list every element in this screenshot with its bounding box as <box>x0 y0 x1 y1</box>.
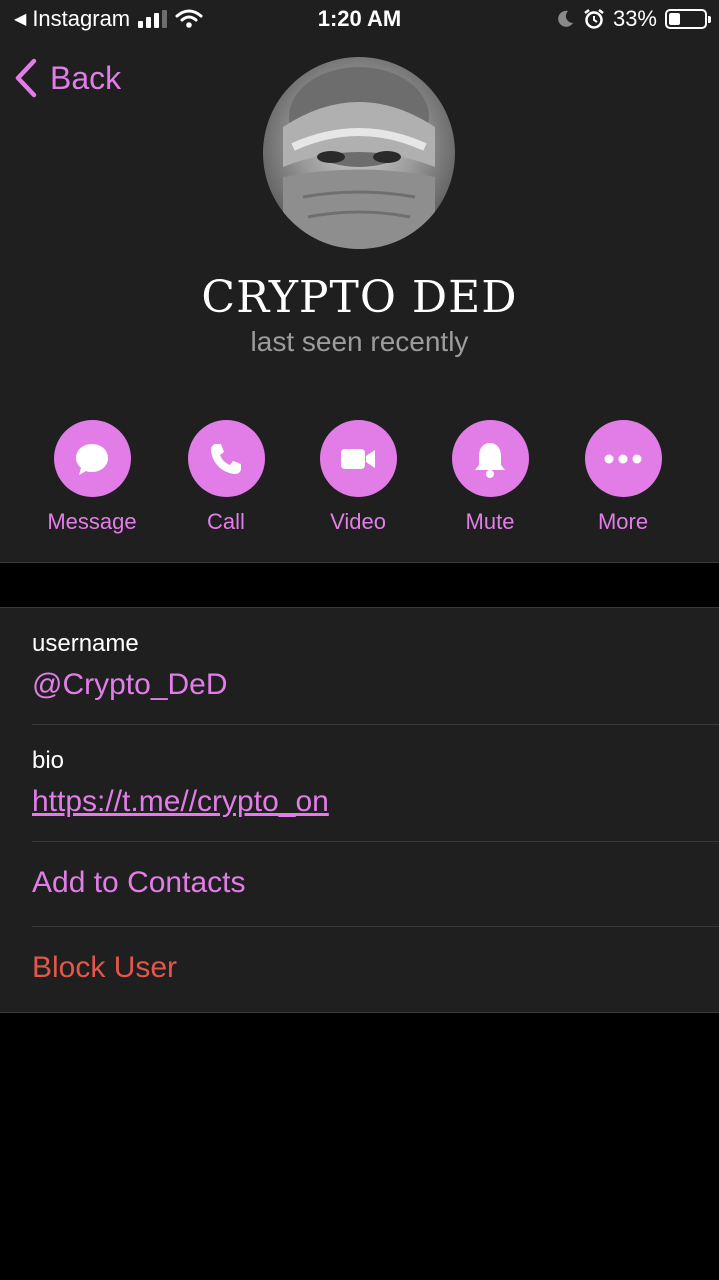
battery-icon <box>665 9 711 29</box>
username-row[interactable]: username @Crypto_DeD <box>0 608 719 725</box>
block-user-row[interactable]: Block User <box>0 927 719 1012</box>
call-button[interactable]: Call <box>160 420 292 535</box>
profile-status: last seen recently <box>250 326 469 357</box>
back-label: Back <box>50 59 122 96</box>
more-label: More <box>597 509 649 534</box>
back-button[interactable]: Back <box>14 58 121 98</box>
username-value[interactable]: @Crypto_DeD <box>32 668 228 702</box>
message-button[interactable]: Message <box>26 420 158 535</box>
bio-link[interactable]: https://t.me//crypto_on <box>32 785 329 819</box>
bio-row: bio https://t.me//crypto_on <box>0 725 719 842</box>
profile-header: Back CRYPTO DED last seen recently Messa… <box>0 40 719 562</box>
more-button[interactable]: More <box>557 420 689 535</box>
add-to-contacts-button[interactable]: Add to Contacts <box>32 866 245 900</box>
call-label: Call <box>207 509 245 534</box>
bell-icon <box>475 442 505 478</box>
section-divider <box>0 562 719 608</box>
username-title: username <box>32 630 139 657</box>
chevron-left-icon <box>15 58 37 98</box>
moon-icon <box>555 9 575 29</box>
battery-percent: 33% <box>612 6 657 31</box>
block-user-button[interactable]: Block User <box>32 951 177 985</box>
status-bar: ◀ Instagram 1:20 AM 33% <box>0 0 719 40</box>
message-bubble-icon <box>76 443 108 475</box>
alarm-icon <box>583 8 605 30</box>
mute-button[interactable]: Mute <box>424 420 556 535</box>
video-button[interactable]: Video <box>292 420 424 535</box>
video-camera-icon <box>341 448 375 469</box>
video-label: Video <box>330 509 386 534</box>
avatar[interactable] <box>263 57 455 249</box>
phone-icon <box>211 443 241 474</box>
action-bar: Message Call Video Mute More <box>0 420 719 540</box>
ellipsis-icon <box>604 454 642 463</box>
profile-name: CRYPTO DED <box>201 272 518 323</box>
message-label: Message <box>47 509 137 534</box>
mute-label: Mute <box>465 509 515 534</box>
add-to-contacts-row[interactable]: Add to Contacts <box>0 842 719 927</box>
bio-title: bio <box>32 747 65 774</box>
info-list: username @Crypto_DeD bio https://t.me//c… <box>0 608 719 1013</box>
